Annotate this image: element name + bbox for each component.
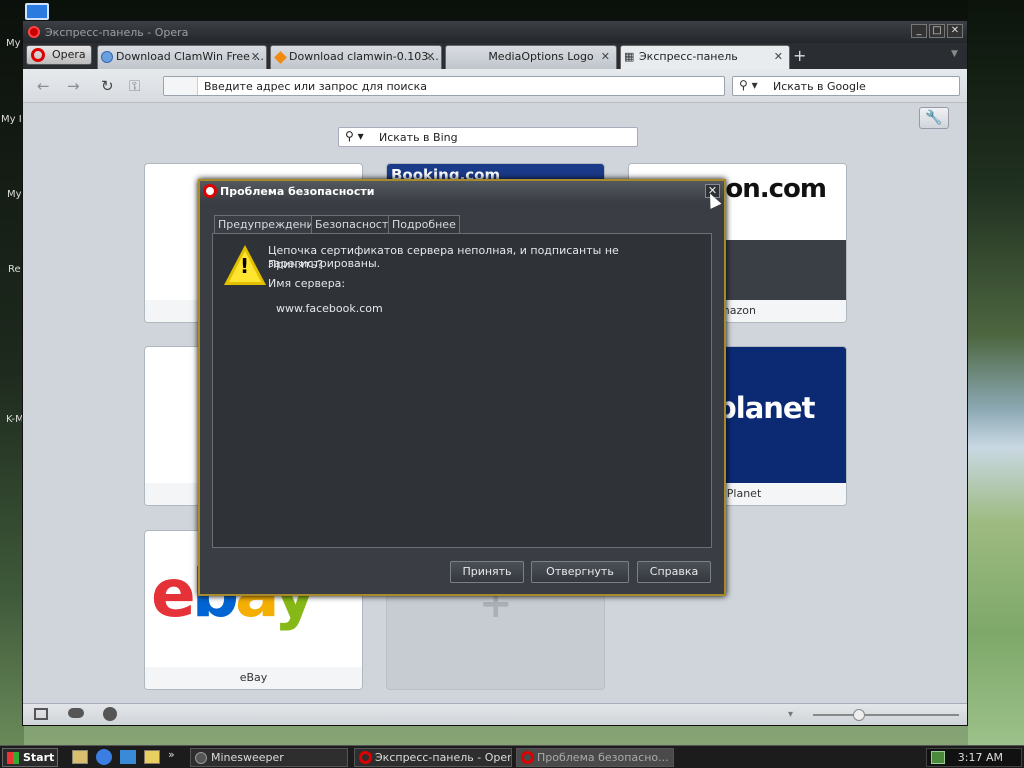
reject-button[interactable]: Отвергнуть: [531, 561, 629, 583]
show-desktop-icon[interactable]: [72, 750, 88, 764]
task-minesweeper[interactable]: Minesweeper: [190, 748, 348, 767]
dialog-tab-details[interactable]: Подробнее: [388, 215, 460, 234]
dialog-title: Проблема безопасности: [220, 185, 375, 198]
quicklaunch-more-icon[interactable]: »: [168, 748, 175, 761]
globe-icon: [101, 51, 113, 63]
system-tray: 3:17 AM: [926, 748, 1022, 767]
explorer-icon[interactable]: [144, 750, 160, 764]
speed-dial-search-input[interactable]: Искать в Bing: [379, 131, 458, 144]
desktop-icon-label[interactable]: My I: [1, 114, 22, 125]
opera-menu-button[interactable]: Opera: [26, 45, 92, 65]
turbo-icon[interactable]: [103, 707, 117, 721]
opera-logo-icon: [521, 751, 534, 764]
tab-bar: Opera Download ClamWin Free ... ✕ Downlo…: [23, 43, 967, 69]
accept-button[interactable]: Принять: [450, 561, 524, 583]
tab-label: Download clamwin-0.103...: [289, 50, 439, 63]
zoom-options-icon[interactable]: ▾: [788, 709, 793, 720]
task-label: Проблема безопасно...: [537, 751, 669, 764]
desktop-right: [968, 0, 1024, 745]
tab-clamwin-download[interactable]: Download clamwin-0.103... ✕: [270, 45, 442, 69]
warning-message: Цепочка сертификатов сервера неполная, и…: [268, 244, 619, 270]
address-bar[interactable]: Введите адрес или запрос для поиска: [163, 76, 725, 96]
tab-mediaoptions[interactable]: MediaOptions Logo ✕: [445, 45, 617, 69]
warning-question: Принять?: [268, 258, 323, 271]
site-info-icon[interactable]: [164, 77, 198, 95]
window-title: Экспресс-панель - Opera: [45, 26, 189, 39]
amazon-logo-text: zon.com: [711, 174, 827, 204]
warning-exclamation: !: [240, 254, 250, 278]
taskbar: Start » Minesweeper Экспресс-панель - Op…: [0, 745, 1024, 768]
key-icon[interactable]: ⚿: [129, 77, 140, 95]
grid-icon: ▦: [624, 50, 635, 63]
dialog-title-bar[interactable]: Проблема безопасности: [200, 181, 724, 202]
dialog-tab-warning[interactable]: Предупреждение: [214, 215, 325, 235]
tab-clamwin-free[interactable]: Download ClamWin Free ... ✕: [97, 45, 267, 69]
sourceforge-icon: [274, 51, 287, 64]
security-dialog: Проблема безопасности ✕ Предупреждение Б…: [198, 179, 726, 596]
server-name-label: Имя сервера:: [268, 277, 346, 290]
desktop-icon-label[interactable]: My: [6, 38, 21, 49]
minimize-button[interactable]: _: [911, 24, 927, 38]
opera-unite-cloud-icon[interactable]: [68, 708, 84, 718]
start-button[interactable]: Start: [2, 748, 58, 767]
desktop-icon-label[interactable]: Re: [8, 264, 21, 275]
search-input[interactable]: Искать в Google: [773, 80, 866, 93]
task-label: Minesweeper: [211, 751, 284, 764]
tab-label: Download ClamWin Free ...: [116, 50, 264, 63]
desktop-left: [0, 0, 24, 745]
close-button[interactable]: ✕: [947, 24, 963, 38]
reload-icon[interactable]: ↻: [101, 77, 114, 95]
minesweeper-icon: [195, 752, 207, 764]
speed-dial-search[interactable]: ⚲ ▾ Искать в Bing: [338, 127, 638, 147]
wrench-settings-icon[interactable]: 🔧: [919, 107, 949, 129]
back-arrow-icon[interactable]: ←: [37, 77, 50, 95]
title-bar[interactable]: Экспресс-панель - Opera _ □ ✕: [23, 21, 967, 43]
tab-close-icon[interactable]: ✕: [601, 46, 610, 68]
opera-logo-icon: [28, 26, 40, 38]
search-icon: ⚲ ▾: [739, 78, 758, 92]
search-icon: ⚲ ▾: [345, 129, 364, 143]
opera-logo-icon: [31, 48, 45, 62]
opera-logo-icon: [203, 184, 217, 198]
address-input[interactable]: Введите адрес или запрос для поиска: [204, 80, 427, 93]
tab-menu-icon[interactable]: ▼: [951, 49, 958, 59]
task-label: Экспресс-панель - Opera: [375, 751, 512, 764]
desktop-icon-label[interactable]: My: [7, 189, 22, 200]
search-field[interactable]: ⚲ ▾ Искать в Google: [732, 76, 960, 96]
dialog-tab-security[interactable]: Безопасность: [311, 215, 399, 234]
zoom-slider-handle[interactable]: [853, 709, 865, 721]
task-opera[interactable]: Экспресс-панель - Opera: [354, 748, 512, 767]
status-bar: ▾: [23, 703, 967, 725]
tile-caption: eBay: [145, 667, 362, 689]
tab-label: Экспресс-панель: [639, 50, 738, 63]
nav-bar: ← → ↻ ⚿ Введите адрес или запрос для пои…: [23, 69, 967, 103]
maximize-button[interactable]: □: [929, 24, 945, 38]
tab-close-icon[interactable]: ✕: [251, 46, 260, 68]
clock[interactable]: 3:17 AM: [958, 751, 1003, 764]
server-name-value: www.facebook.com: [276, 302, 383, 315]
internet-explorer-icon[interactable]: [96, 749, 112, 765]
panel-toggle-icon[interactable]: [34, 708, 48, 720]
forward-arrow-icon[interactable]: →: [67, 77, 80, 95]
tab-speed-dial[interactable]: ▦ Экспресс-панель ✕: [620, 45, 790, 69]
opera-menu-label: Opera: [52, 48, 86, 61]
start-label: Start: [23, 751, 55, 764]
media-player-icon[interactable]: [120, 750, 136, 764]
network-icon[interactable]: [931, 751, 945, 764]
tab-label: MediaOptions Logo: [488, 50, 594, 63]
task-security-dialog[interactable]: Проблема безопасно...: [516, 748, 674, 767]
tab-close-icon[interactable]: ✕: [774, 46, 783, 68]
new-tab-button[interactable]: +: [793, 46, 806, 65]
opera-logo-icon: [359, 751, 372, 764]
zoom-slider[interactable]: [813, 714, 959, 716]
desktop-icon[interactable]: [25, 3, 49, 20]
help-button[interactable]: Справка: [637, 561, 711, 583]
tab-close-icon[interactable]: ✕: [426, 46, 435, 68]
windows-logo-icon: [7, 752, 19, 764]
